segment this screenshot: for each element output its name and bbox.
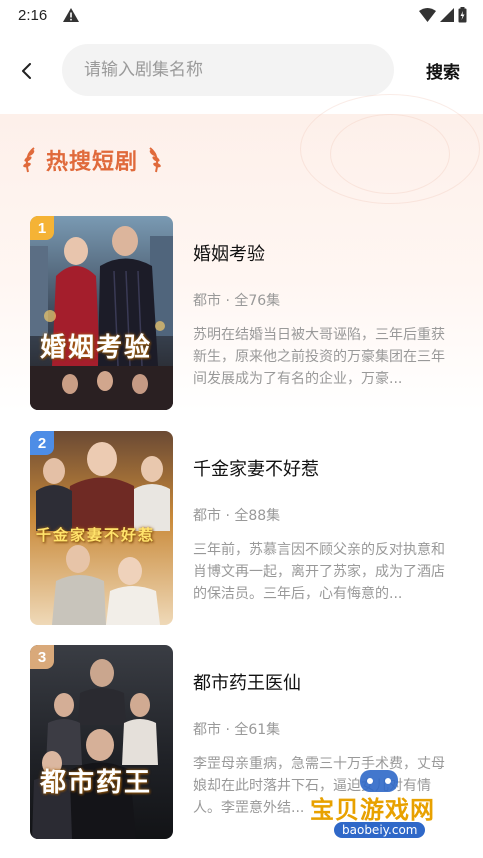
poster-title: 都市药王 [40,768,153,798]
drama-title: 千金家妻不好惹 [193,459,319,480]
watermark: 宝贝游戏网 baobeiy.com [304,768,454,854]
wifi-icon [419,8,436,22]
drama-poster: 3 都市药王 [30,645,173,839]
section-title: 热搜短剧 [46,150,139,175]
drama-title: 都市药王医仙 [193,673,301,694]
drama-item[interactable]: 2 千金家妻不好惹 千金家妻不好惹 都市 · 全88集 三年前，苏慕言因不顾父亲… [30,431,460,627]
battery-icon [458,7,467,23]
search-box[interactable] [62,44,394,96]
drama-info: 婚姻考验 都市 · 全76集 苏明在结婚当日被大哥诬陷，三年后重获新生，原来他之… [193,216,455,412]
drama-item[interactable]: 1 婚姻考验 婚姻考验 都市 · 全76集 苏明在结婚当日被大哥诬陷，三年后重获… [30,216,460,412]
section-header: 热搜短剧 [20,142,164,178]
laurel-left-icon [23,147,35,173]
status-bar: 2:16 [0,0,483,30]
watermark-text: 宝贝游戏网 [310,796,435,824]
drama-meta: 都市 · 全76集 [193,293,281,309]
drama-poster: 2 千金家妻不好惹 [30,431,173,625]
watermark-url: baobeiy.com [334,822,426,838]
decoration [330,114,450,194]
search-input[interactable] [84,60,374,80]
drama-poster: 1 婚姻考验 [30,216,173,410]
poster-image [30,645,173,839]
laurel-right-icon [149,147,161,173]
hot-dramas-section: 热搜短剧 1 婚姻考验 婚姻考验 都市 · 全76集 苏明在结婚当日被大哥诬陷，… [0,94,483,858]
status-time: 2:16 [18,6,48,24]
rank-badge: 1 [30,216,54,240]
poster-title: 千金家妻不好惹 [36,526,156,544]
poster-image [30,216,173,410]
chevron-left-icon [22,63,31,79]
drama-description: 三年前，苏慕言因不顾父亲的反对执意和肖博文再一起，离开了苏家，成为了酒店的保洁员… [193,542,445,602]
signal-icon [440,8,454,22]
rank-badge: 3 [30,645,54,669]
poster-title: 婚姻考验 [40,333,153,363]
warning-icon [63,8,80,22]
drama-title: 婚姻考验 [193,244,265,265]
search-button[interactable]: 搜索 [426,58,460,83]
back-button[interactable] [14,58,40,84]
drama-meta: 都市 · 全88集 [193,508,281,524]
drama-description: 苏明在结婚当日被大哥诬陷，三年后重获新生，原来他之前投资的万豪集团在三年间发展成… [193,327,445,387]
rank-badge: 2 [30,431,54,455]
drama-info: 千金家妻不好惹 都市 · 全88集 三年前，苏慕言因不顾父亲的反对执意和肖博文再… [193,431,455,627]
status-icons [419,7,467,23]
drama-meta: 都市 · 全61集 [193,722,281,738]
